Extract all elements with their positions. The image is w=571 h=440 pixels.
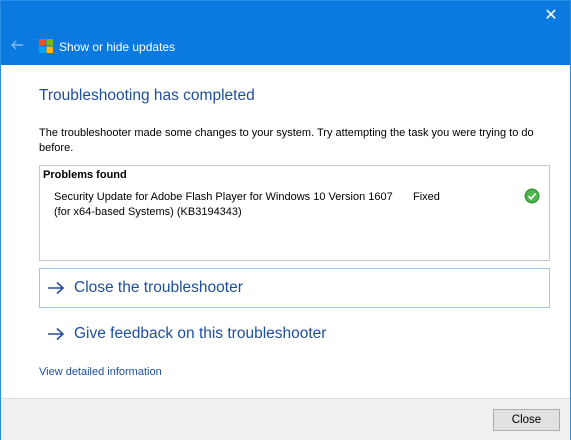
dialog-footer: Close: [1, 398, 570, 440]
result-description: The troubleshooter made some changes to …: [39, 127, 534, 154]
arrow-right-icon: [48, 327, 65, 341]
arrow-right-icon: [48, 281, 65, 295]
problems-found-title: Problems found: [43, 169, 127, 181]
page-title: Troubleshooting has completed: [39, 87, 255, 104]
give-feedback-label: Give feedback on this troubleshooter: [74, 325, 327, 342]
back-arrow-icon[interactable]: [9, 37, 25, 53]
window-close-button[interactable]: ✕: [540, 5, 562, 27]
close-troubleshooter-label: Close the troubleshooter: [74, 279, 243, 296]
problems-found-panel: Problems found Security Update for Adobe…: [39, 165, 550, 261]
problem-item-name: Security Update for Adobe Flash Player f…: [54, 191, 393, 218]
close-button[interactable]: Close: [493, 409, 560, 431]
app-title: Show or hide updates: [59, 40, 176, 54]
close-troubleshooter-link[interactable]: Close the troubleshooter: [39, 268, 550, 308]
title-bar: ✕ Show or hide updates: [1, 1, 570, 65]
windows-logo-icon: [39, 39, 53, 53]
problem-item-status: Fixed: [413, 191, 440, 203]
green-check-icon: [524, 188, 540, 204]
view-detailed-information-link[interactable]: View detailed information: [39, 366, 162, 378]
troubleshooter-window: ✕ Show or hide updates Troubleshooting h…: [0, 0, 571, 440]
give-feedback-link[interactable]: Give feedback on this troubleshooter: [39, 314, 550, 354]
